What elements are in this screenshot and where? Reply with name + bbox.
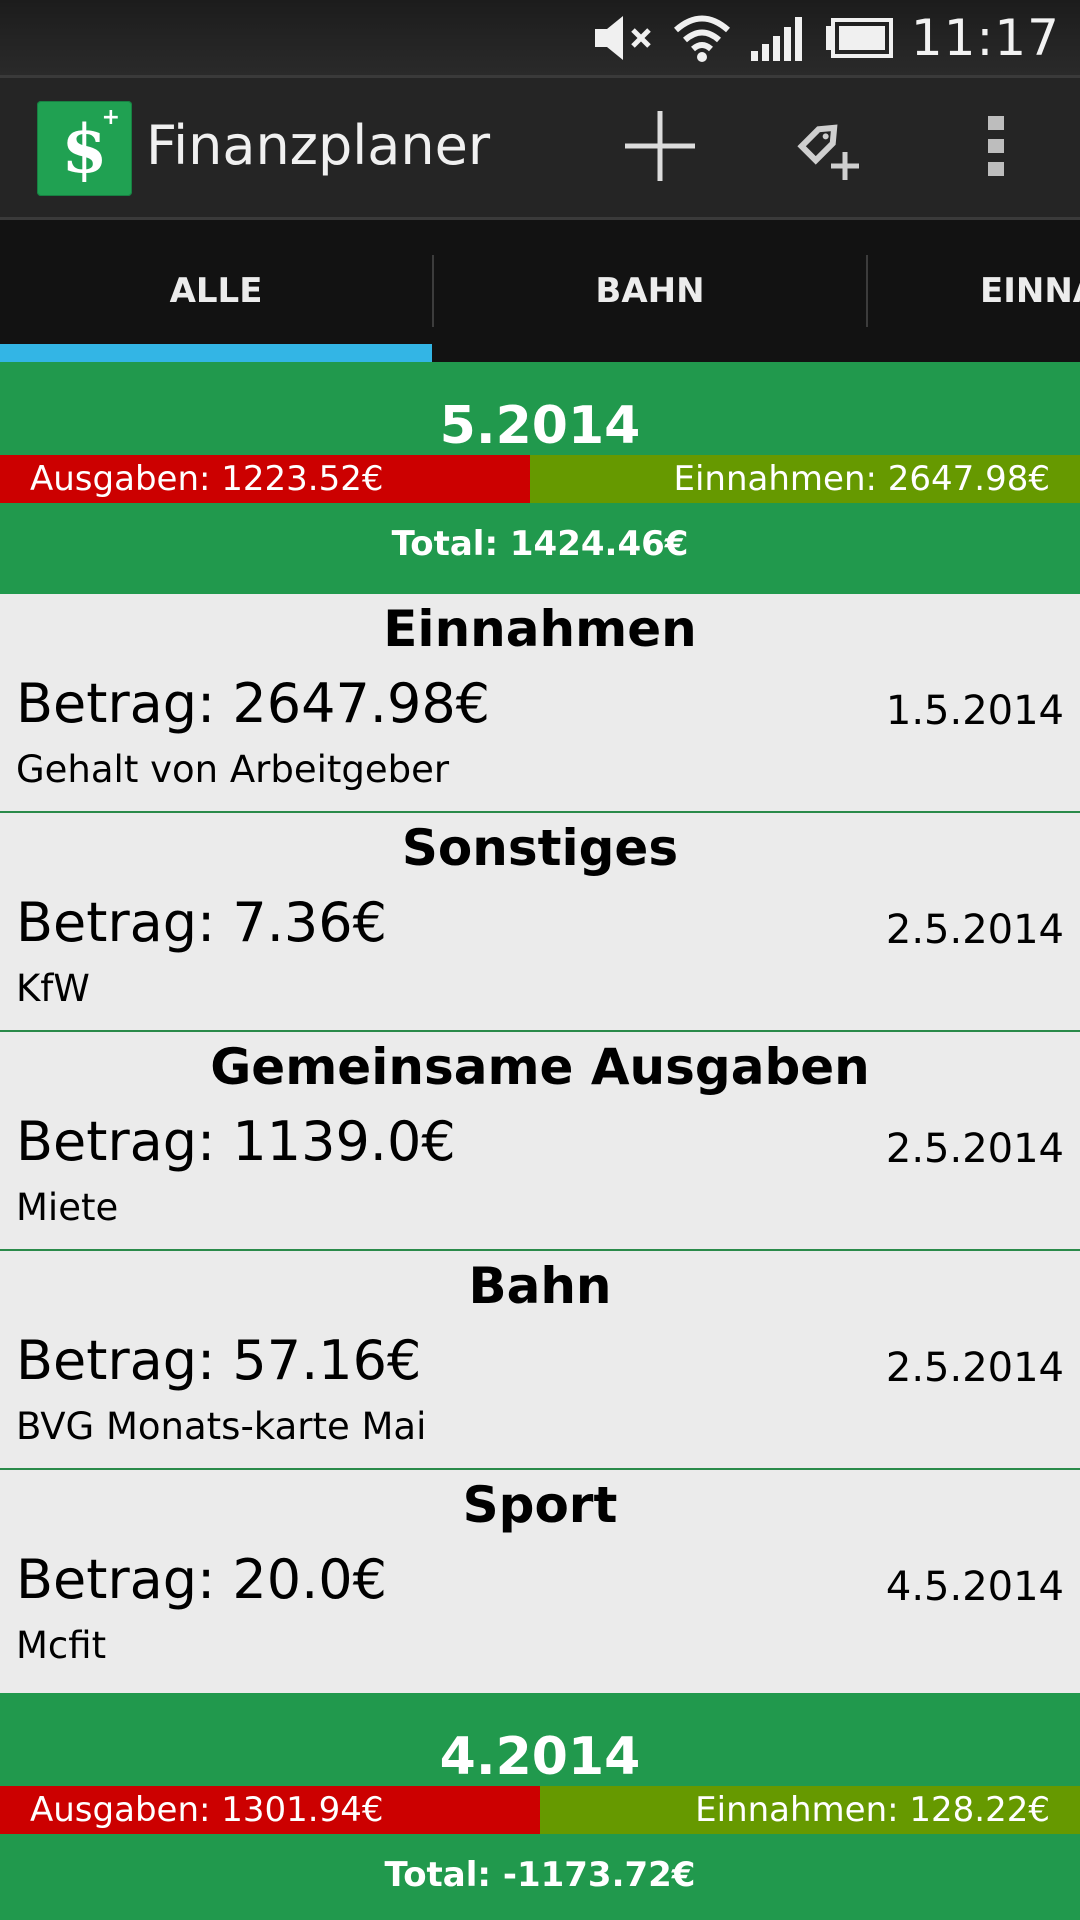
add-tag-icon [790,106,866,190]
overflow-menu-icon [986,114,1006,182]
entry-amount: Betrag: 57.16€ [16,1329,422,1392]
add-category-button[interactable] [778,98,878,198]
status-time: 11:17 [910,8,1060,67]
entry-category: Sport [462,1476,618,1534]
tab-bahn[interactable]: BAHN [434,220,866,362]
entry-category: Sonstiges [401,819,679,877]
status-icons: 11:17 [593,0,1060,75]
entry-description: Mcfit [16,1624,107,1667]
entry-amount: Betrag: 1139.0€ [16,1110,456,1173]
signal-icon [749,13,807,63]
month-title: 5.2014 [439,396,641,456]
list-item[interactable]: Sonstiges Betrag: 7.36€ 2.5.2014 KfW [0,813,1080,1032]
action-bar: $ + Finanzplaner [0,75,1080,220]
entry-amount: Betrag: 2647.98€ [16,672,491,735]
mute-icon [593,13,655,63]
entry-category: Gemeinsame Ausgaben [210,1038,870,1096]
entry-category: Einnahmen [383,600,697,658]
selected-tab-indicator [0,344,432,362]
tab-einnahmen[interactable]: EINNA [868,220,1080,362]
income-label: Einnahmen: 128.22€ [695,1790,1050,1830]
expenses-label: Ausgaben: 1301.94€ [30,1790,384,1830]
total-label: Total: 1424.46€ [391,524,689,564]
entry-date: 2.5.2014 [885,1126,1064,1172]
entry-amount: Betrag: 7.36€ [16,891,387,954]
entry-description: Miete [16,1186,119,1229]
entry-date: 4.5.2014 [885,1564,1064,1610]
entry-category: Bahn [468,1257,612,1315]
category-tabs: ALLE BAHN EINNA [0,220,1080,362]
add-button[interactable] [610,98,710,198]
overflow-menu-button[interactable] [946,98,1046,198]
list-item[interactable]: Gemeinsame Ausgaben Betrag: 1139.0€ 2.5.… [0,1032,1080,1251]
entry-description: BVG Monats-karte Mai [16,1405,427,1448]
month-summary[interactable]: 5.2014 Ausgaben: 1223.52€ Einnahmen: 264… [0,362,1080,594]
month-title: 4.2014 [439,1727,641,1787]
tab-alle[interactable]: ALLE [0,220,432,362]
add-icon [622,108,698,188]
status-bar: 11:17 [0,0,1080,75]
expenses-label: Ausgaben: 1223.52€ [30,459,384,499]
total-label: Total: -1173.72€ [384,1855,696,1895]
wifi-icon [673,13,731,63]
list-item[interactable]: Bahn Betrag: 57.16€ 2.5.2014 BVG Monats-… [0,1251,1080,1470]
entry-date: 1.5.2014 [885,688,1064,734]
app-logo[interactable]: $ + [37,101,132,196]
logo-plus: + [101,105,120,130]
entry-date: 2.5.2014 [885,1345,1064,1391]
app-title: Finanzplaner [146,114,491,177]
income-label: Einnahmen: 2647.98€ [673,459,1051,499]
list-item[interactable]: Einnahmen Betrag: 2647.98€ 1.5.2014 Geha… [0,594,1080,813]
month-summary[interactable]: 4.2014 Ausgaben: 1301.94€ Einnahmen: 128… [0,1693,1080,1920]
battery-icon [825,17,893,58]
entry-amount: Betrag: 20.0€ [16,1548,387,1611]
entry-description: Gehalt von Arbeitgeber [16,748,450,791]
entry-date: 2.5.2014 [885,907,1064,953]
list-item[interactable]: Sport Betrag: 20.0€ 4.5.2014 Mcfit [0,1470,1080,1689]
entry-description: KfW [16,967,90,1010]
